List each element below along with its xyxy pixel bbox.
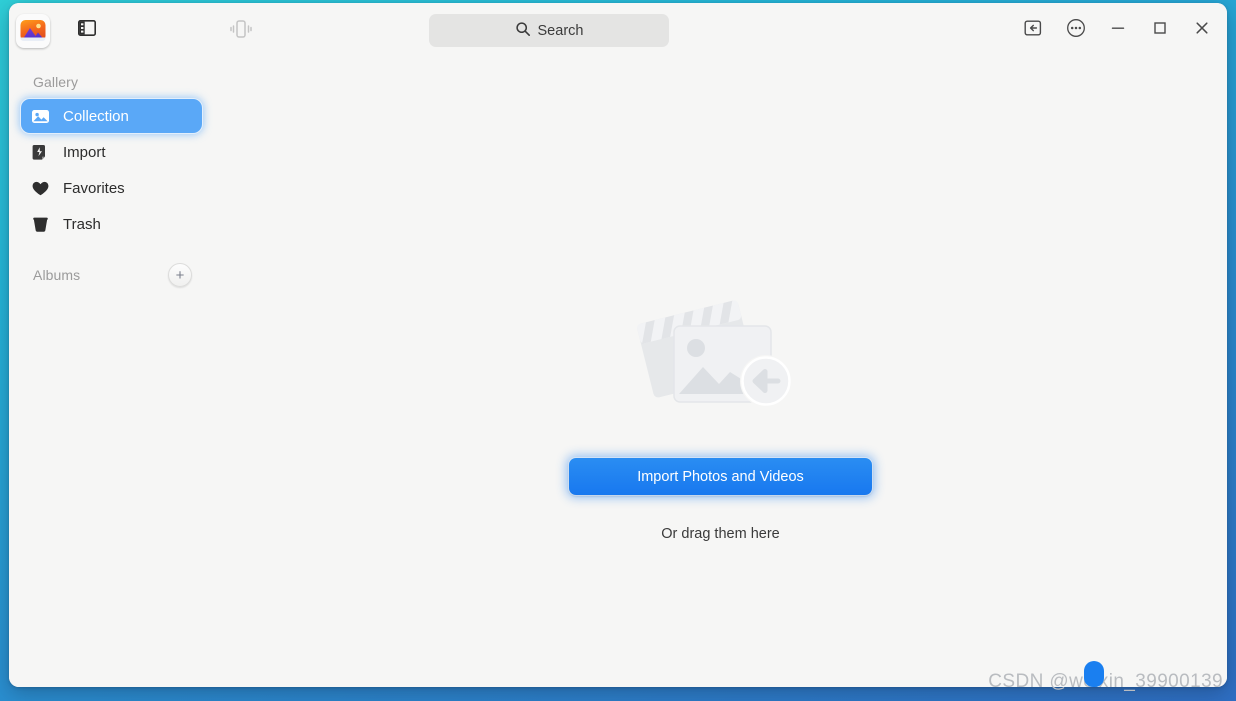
sidebar-item-collection[interactable]: Collection [21, 99, 202, 133]
photos-app-icon [16, 13, 50, 48]
sidebar-item-import[interactable]: Import [21, 135, 202, 169]
search-icon [515, 21, 531, 41]
import-icon [30, 142, 50, 162]
header-bar: Search [9, 3, 1227, 58]
sidebar-item-label: Import [63, 143, 106, 161]
content-area: Import Photos and Videos Or drag them he… [214, 58, 1227, 687]
image-icon [30, 106, 50, 126]
photos-and-videos-import-illustration [632, 298, 810, 423]
close-button[interactable] [1185, 13, 1219, 47]
sidebar-item-label: Trash [63, 215, 101, 233]
albums-section-header: Albums + [9, 263, 214, 287]
watermark-text: CSDN @weixin_39900139 [988, 671, 1223, 692]
sidebar-section-gallery: Gallery [33, 74, 79, 90]
sidebar: Gallery Collection Import Favorites Tras… [9, 58, 214, 687]
heart-icon [30, 178, 50, 198]
maximize-button[interactable] [1143, 13, 1177, 47]
sidebar-item-favorites[interactable]: Favorites [21, 171, 202, 205]
main-menu-button[interactable] [1059, 13, 1093, 47]
import-photos-and-videos-button[interactable]: Import Photos and Videos [569, 458, 872, 495]
restore-window-button[interactable] [1017, 13, 1051, 47]
sidebar-toggle-button[interactable] [71, 15, 103, 47]
search-input[interactable]: Search [429, 14, 669, 47]
sidebar-item-label: Favorites [63, 179, 125, 197]
empty-state: Import Photos and Videos Or drag them he… [569, 298, 872, 542]
sidebar-item-label: Collection [63, 107, 129, 125]
sidebar-toggle-icon [78, 20, 96, 41]
trash-icon [30, 214, 50, 234]
restore-window-icon [1024, 19, 1044, 42]
minimize-button[interactable] [1101, 13, 1135, 47]
window-controls [1017, 13, 1219, 47]
plus-icon: + [175, 266, 185, 284]
header-left-group [9, 13, 103, 48]
add-album-button[interactable]: + [168, 263, 192, 287]
more-options-icon [1066, 18, 1086, 43]
text-cursor-handle[interactable] [1084, 661, 1104, 687]
mobile-device-icon [227, 18, 255, 45]
minimize-icon [1109, 19, 1127, 42]
app-window: Search Gallery Collection Import Favorit… [9, 3, 1227, 687]
sidebar-item-trash[interactable]: Trash [21, 207, 202, 241]
sidebar-section-albums: Albums [33, 267, 81, 283]
maximize-icon [1151, 19, 1169, 42]
search-placeholder-text: Search [537, 22, 584, 39]
drag-hint-text: Or drag them here [661, 526, 780, 542]
device-status-button[interactable] [223, 15, 259, 47]
close-icon [1193, 19, 1211, 42]
